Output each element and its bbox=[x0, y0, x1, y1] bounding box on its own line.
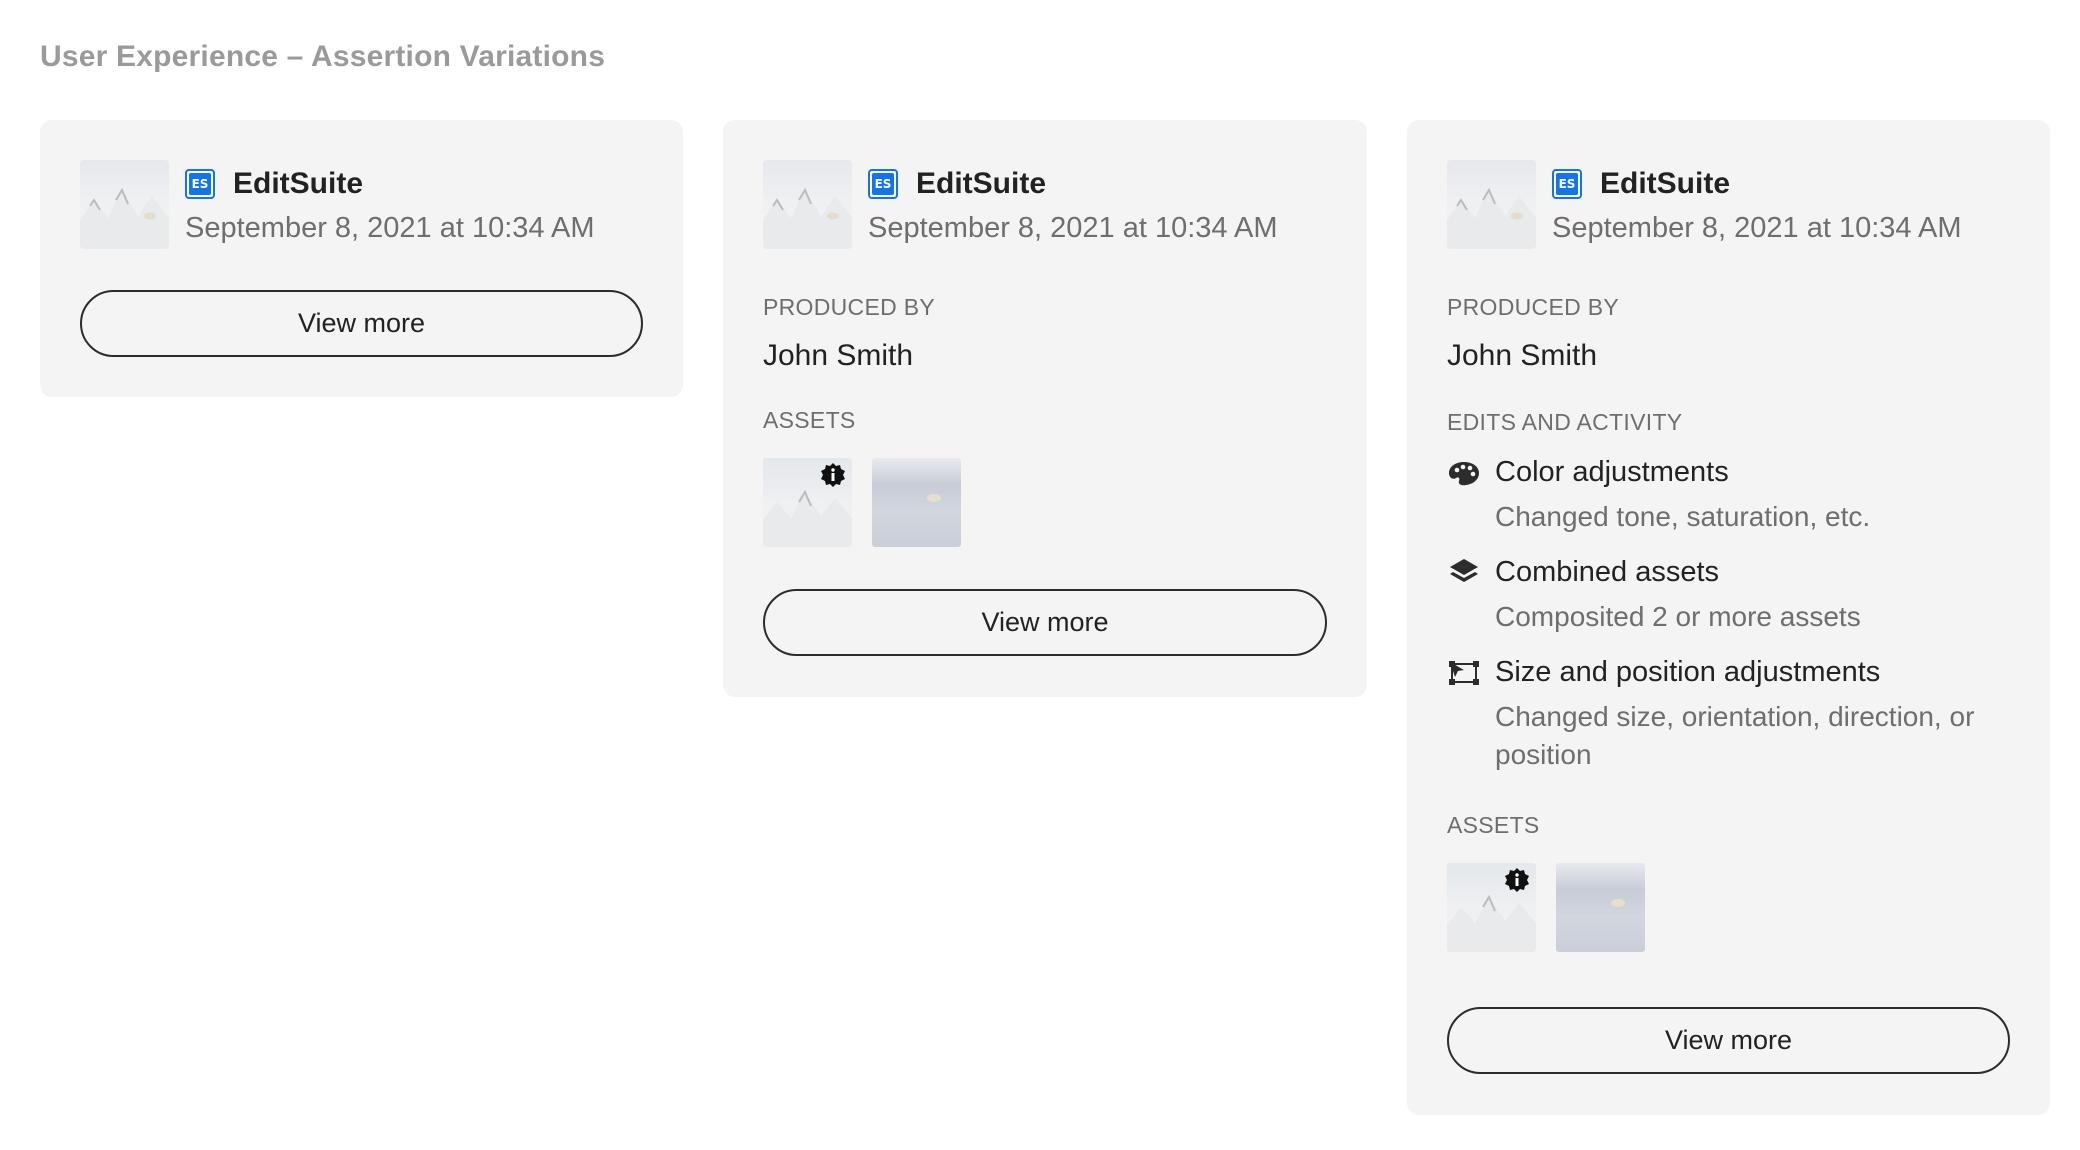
card-header: ES EditSuite September 8, 2021 at 10:34 … bbox=[80, 160, 643, 250]
produced-by-label: PRODUCED BY bbox=[1447, 294, 1619, 320]
assertion-card-detailed: ES EditSuite September 8, 2021 at 10:34 … bbox=[1407, 120, 2050, 1115]
edit-description: Changed tone, saturation, etc. bbox=[1495, 501, 1871, 532]
assets-label: ASSETS bbox=[763, 407, 856, 433]
thumbnail-image bbox=[80, 160, 169, 249]
produced-by-label: PRODUCED BY bbox=[763, 294, 935, 320]
page-title: User Experience – Assertion Variations bbox=[40, 40, 606, 73]
asset-thumbnail[interactable] bbox=[763, 458, 852, 547]
editsuite-app-icon: ES bbox=[185, 169, 215, 199]
thumbnail-image bbox=[763, 160, 852, 249]
card-header: ES EditSuite September 8, 2021 at 10:34 … bbox=[763, 160, 1327, 250]
assets-list bbox=[1447, 863, 2010, 952]
edits-activity-label: EDITS AND ACTIVITY bbox=[1447, 409, 1683, 435]
edit-description: Changed size, orientation, direction, or… bbox=[1495, 701, 1975, 770]
timestamp: September 8, 2021 at 10:34 AM bbox=[185, 212, 595, 244]
app-name: EditSuite bbox=[1600, 167, 1731, 200]
info-badge-icon[interactable] bbox=[1504, 867, 1530, 893]
asset-thumbnail[interactable] bbox=[1556, 863, 1645, 952]
transform-icon bbox=[1449, 661, 1479, 685]
timestamp: September 8, 2021 at 10:34 AM bbox=[868, 212, 1278, 244]
palette-icon bbox=[1449, 462, 1479, 486]
info-badge-icon[interactable] bbox=[820, 462, 846, 488]
assertion-card-minimal: ES EditSuite September 8, 2021 at 10:34 … bbox=[40, 120, 683, 397]
producer-name: John Smith bbox=[763, 339, 914, 372]
assets-label: ASSETS bbox=[1447, 812, 1540, 838]
assertion-card-produced: ES EditSuite September 8, 2021 at 10:34 … bbox=[723, 120, 1367, 697]
assets-list bbox=[763, 458, 1327, 547]
edit-title: Combined assets bbox=[1495, 556, 1720, 588]
edit-description: Composited 2 or more assets bbox=[1495, 601, 1861, 632]
card-header: ES EditSuite September 8, 2021 at 10:34 … bbox=[1447, 160, 2010, 250]
editsuite-app-icon: ES bbox=[1552, 169, 1582, 199]
view-more-button[interactable]: View more bbox=[763, 589, 1327, 656]
asset-thumbnail[interactable] bbox=[1447, 863, 1536, 952]
app-name: EditSuite bbox=[233, 167, 364, 200]
edit-item-combined: Combined assets Composited 2 or more ass… bbox=[1447, 554, 2010, 636]
view-more-button[interactable]: View more bbox=[1447, 1007, 2010, 1074]
producer-name: John Smith bbox=[1447, 339, 1598, 372]
app-name: EditSuite bbox=[916, 167, 1047, 200]
editsuite-app-icon: ES bbox=[868, 169, 898, 199]
timestamp: September 8, 2021 at 10:34 AM bbox=[1552, 212, 1962, 244]
edit-item-size-position: Size and position adjustments Changed si… bbox=[1447, 654, 2010, 774]
edit-title: Size and position adjustments bbox=[1495, 656, 1881, 688]
asset-thumbnail[interactable] bbox=[872, 458, 961, 547]
layers-icon bbox=[1450, 559, 1478, 582]
thumbnail-image bbox=[1447, 160, 1536, 249]
view-more-button[interactable]: View more bbox=[80, 290, 643, 357]
edit-title: Color adjustments bbox=[1495, 456, 1729, 488]
edit-item-color: Color adjustments Changed tone, saturati… bbox=[1447, 454, 2010, 536]
